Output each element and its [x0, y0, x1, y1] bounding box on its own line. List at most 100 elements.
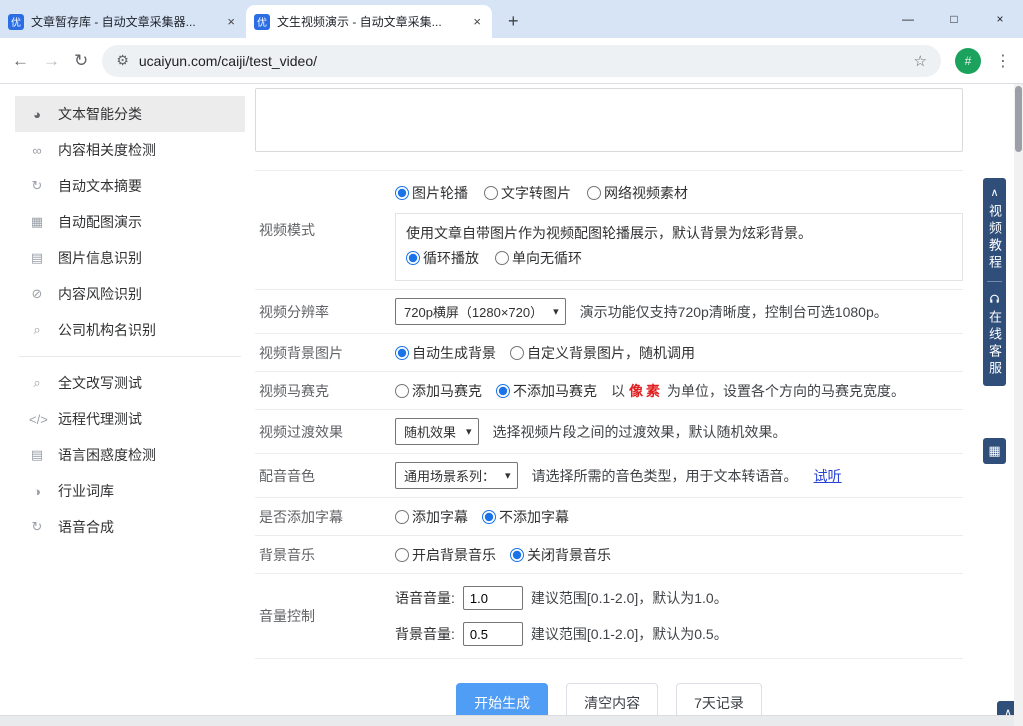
new-tab-button[interactable]: + — [500, 11, 527, 32]
sidebar-item-auto-image-demo[interactable]: ▦ 自动配图演示 — [15, 204, 245, 240]
address-bar[interactable]: ⚙ ucaiyun.com/caiji/test_video/ ☆ — [102, 45, 941, 77]
window-controls: — □ × — [885, 0, 1023, 38]
sidebar-item-label: 内容风险识别 — [58, 284, 142, 304]
sidebar-item-rewrite-test[interactable]: ⌕ 全文改写测试 — [15, 365, 245, 401]
close-window-button[interactable]: × — [977, 12, 1023, 26]
radio-input[interactable] — [587, 186, 601, 200]
sidebar-item-proxy-test[interactable]: </> 远程代理测试 — [15, 401, 245, 437]
sidebar-item-speech-synthesis[interactable]: ↻ 语音合成 — [15, 509, 245, 545]
refresh-icon: ↻ — [29, 178, 45, 194]
close-icon[interactable]: × — [224, 14, 238, 29]
bg-volume-input[interactable] — [463, 622, 523, 646]
bgm-on-radio[interactable]: 开启背景音乐 — [395, 545, 496, 565]
radio-label: 循环播放 — [423, 248, 479, 268]
radio-input[interactable] — [395, 186, 409, 200]
tab-video-demo[interactable]: 优 文生视频演示 - 自动文章采集... × — [246, 5, 492, 38]
chevron-up-icon: ∧ — [990, 186, 998, 200]
sidebar-item-image-info[interactable]: ▤ 图片信息识别 — [15, 240, 245, 276]
tab-title: 文章暂存库 - 自动文章采集器... — [31, 13, 217, 30]
sidebar-item-content-relevance[interactable]: ∞ 内容相关度检测 — [15, 132, 245, 168]
tab-article-store[interactable]: 优 文章暂存库 - 自动文章采集器... × — [0, 5, 246, 38]
no-loop-radio[interactable]: 单向无循环 — [495, 248, 582, 268]
radio-label: 添加字幕 — [412, 507, 468, 527]
radio-input[interactable] — [395, 346, 409, 360]
add-mosaic-radio[interactable]: 添加马赛克 — [395, 381, 482, 401]
minimize-button[interactable]: — — [885, 12, 931, 26]
radio-input[interactable] — [495, 251, 509, 265]
maximize-button[interactable]: □ — [931, 12, 977, 26]
qr-code-button[interactable]: ▦ — [983, 438, 1006, 464]
no-subtitle-radio[interactable]: 不添加字幕 — [482, 507, 569, 527]
web-video-material-radio[interactable]: 网络视频素材 — [587, 183, 688, 203]
mosaic-hint: 以像素为单位，设置各个方向的马赛克宽度。 — [611, 381, 905, 401]
sidebar-item-label: 文本智能分类 — [58, 104, 142, 124]
video-tutorial-button[interactable]: 视频教程 — [985, 204, 1004, 272]
audition-link[interactable]: 试听 — [814, 466, 842, 486]
voice-tone-select[interactable]: 通用场景系列： ▾ — [395, 462, 518, 489]
site-favicon-icon: 优 — [8, 14, 24, 30]
radio-input[interactable] — [406, 251, 420, 265]
bookmark-star-icon[interactable]: ☆ — [914, 52, 927, 70]
sidebar-item-label: 语言困惑度检测 — [58, 445, 156, 465]
text-to-image-radio[interactable]: 文字转图片 — [484, 183, 571, 203]
row-label: 是否添加字幕 — [255, 506, 395, 527]
image-icon: ▦ — [29, 214, 45, 230]
radio-input[interactable] — [510, 548, 524, 562]
form-row-transition: 视频过渡效果 随机效果 ▾ 选择视频片段之间的过渡效果，默认随机效果。 — [255, 410, 963, 454]
forward-button: → — [43, 51, 60, 71]
site-settings-icon[interactable]: ⚙ — [116, 52, 129, 69]
mosaic-hint-post: 为单位，设置各个方向的马赛克宽度。 — [667, 383, 905, 399]
row-label: 音量控制 — [255, 582, 395, 650]
sidebar-item-org-name-recognition[interactable]: ⌕ 公司机构名识别 — [15, 312, 245, 348]
radio-input[interactable] — [510, 346, 524, 360]
sidebar-item-text-classification[interactable]: ◕ 文本智能分类 — [15, 96, 245, 132]
sidebar-divider — [19, 356, 241, 357]
radio-input[interactable] — [395, 548, 409, 562]
footer-strip — [0, 715, 1014, 726]
no-mosaic-radio[interactable]: 不添加马赛克 — [496, 381, 597, 401]
block-icon: ⊘ — [29, 286, 45, 302]
transition-select[interactable]: 随机效果 ▾ — [395, 418, 479, 445]
sidebar-item-label: 行业词库 — [58, 481, 114, 501]
tab-title: 文生视频演示 - 自动文章采集... — [277, 13, 463, 30]
voice-volume-input[interactable] — [463, 586, 523, 610]
page-scrollbar[interactable] — [1014, 84, 1023, 726]
bg-volume-label: 背景音量: — [395, 624, 455, 644]
browser-menu-icon[interactable]: ⋮ — [995, 51, 1011, 71]
widget-divider — [987, 281, 1002, 282]
back-button[interactable]: ← — [12, 51, 29, 71]
scrollbar-thumb[interactable] — [1015, 86, 1022, 152]
add-subtitle-radio[interactable]: 添加字幕 — [395, 507, 468, 527]
voice-volume-label: 语音音量: — [395, 588, 455, 608]
image-carousel-radio[interactable]: 图片轮播 — [395, 183, 468, 203]
sidebar-item-industry-dictionary[interactable]: ◑ 行业词库 — [15, 473, 245, 509]
auto-background-radio[interactable]: 自动生成背景 — [395, 343, 496, 363]
custom-background-radio[interactable]: 自定义背景图片，随机调用 — [510, 343, 695, 363]
reload-button[interactable]: ↻ — [74, 51, 88, 71]
radio-input[interactable] — [484, 186, 498, 200]
mode-description: 使用文章自带图片作为视频配图轮播展示，默认背景为炫彩背景。 — [406, 222, 952, 244]
article-textarea[interactable] — [255, 88, 963, 152]
loop-play-radio[interactable]: 循环播放 — [406, 248, 479, 268]
bgm-off-radio[interactable]: 关闭背景音乐 — [510, 545, 611, 565]
row-label: 视频马赛克 — [255, 380, 395, 401]
voice-volume-hint: 建议范围[0.1-2.0]，默认为1.0。 — [531, 588, 728, 608]
profile-avatar[interactable]: # — [955, 48, 981, 74]
form-row-background-image: 视频背景图片 自动生成背景 自定义背景图片，随机调用 — [255, 334, 963, 372]
radio-input[interactable] — [496, 384, 510, 398]
sidebar-item-label: 公司机构名识别 — [58, 320, 156, 340]
radio-input[interactable] — [395, 384, 409, 398]
sidebar-item-auto-summary[interactable]: ↻ 自动文本摘要 — [15, 168, 245, 204]
resolution-select[interactable]: 720p横屏（1280×720） ▾ — [395, 298, 566, 325]
sidebar-item-perplexity-check[interactable]: ▤ 语言困惑度检测 — [15, 437, 245, 473]
form-row-subtitle: 是否添加字幕 添加字幕 不添加字幕 — [255, 498, 963, 536]
radio-input[interactable] — [482, 510, 496, 524]
close-icon[interactable]: × — [470, 14, 484, 29]
radio-input[interactable] — [395, 510, 409, 524]
form-row-mosaic: 视频马赛克 添加马赛克 不添加马赛克 以像素为单位，设置各个方向的马赛克宽度。 — [255, 372, 963, 410]
online-service-button[interactable]: 在线客服 — [985, 310, 1004, 378]
image-icon: ▤ — [29, 250, 45, 266]
page-content: ◕ 文本智能分类 ∞ 内容相关度检测 ↻ 自动文本摘要 ▦ 自动配图演示 ▤ 图… — [0, 84, 1023, 726]
sidebar-item-content-risk[interactable]: ⊘ 内容风险识别 — [15, 276, 245, 312]
select-value: 通用场景系列： — [404, 466, 495, 485]
